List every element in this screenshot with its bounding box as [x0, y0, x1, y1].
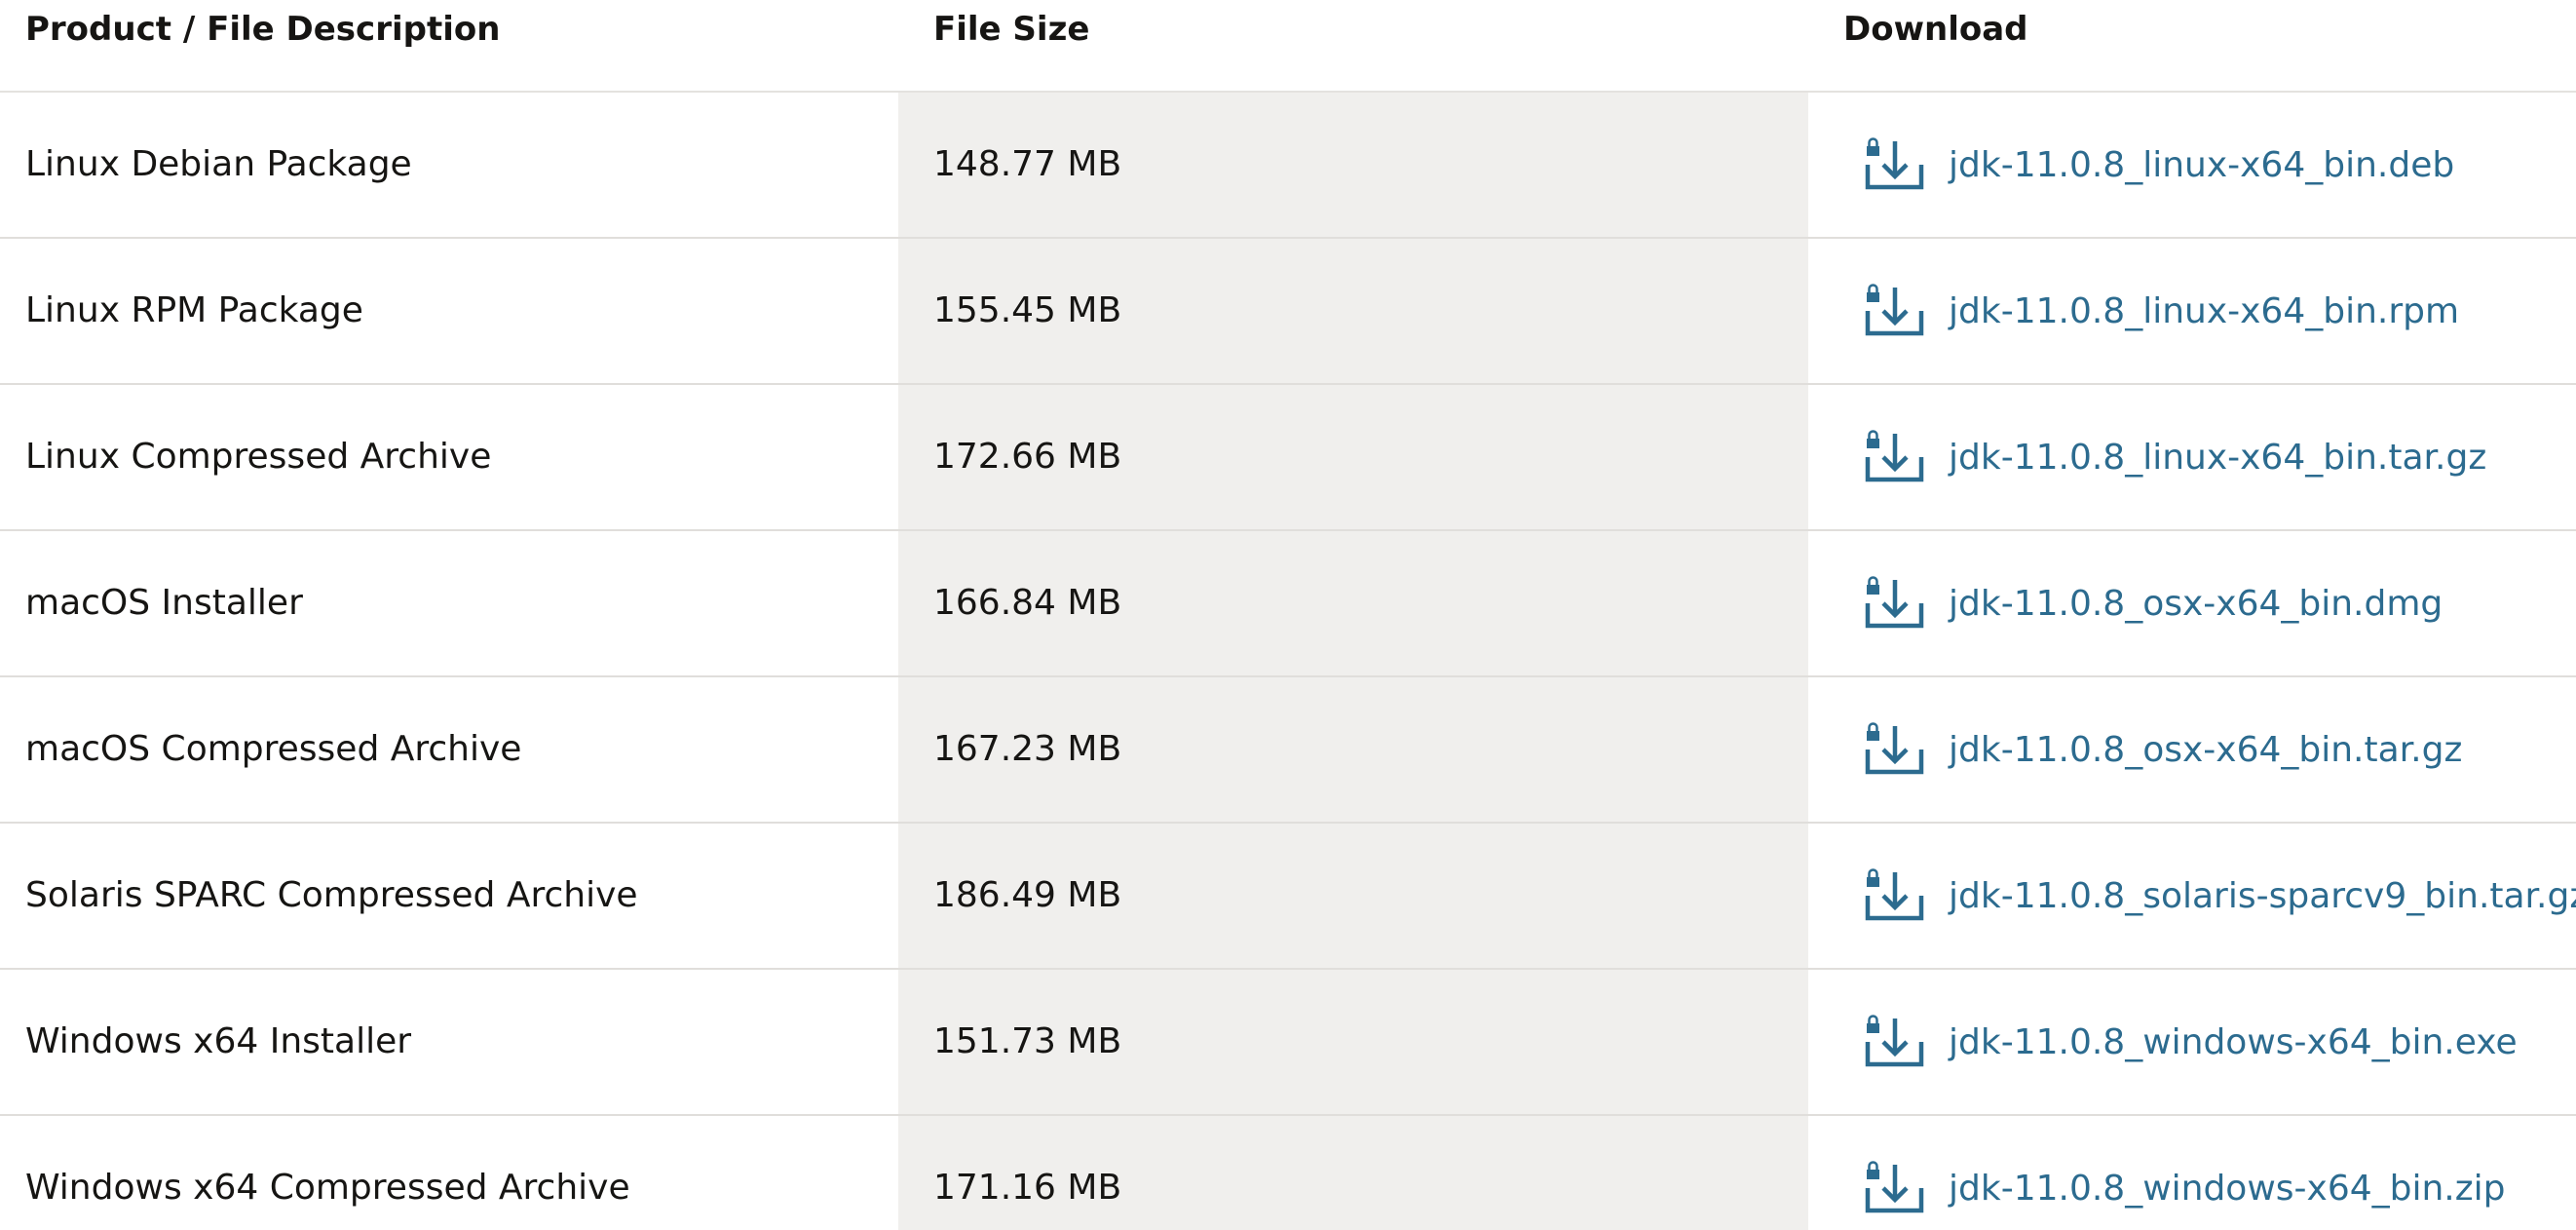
row-file-size: 166.84 MB: [933, 583, 1122, 623]
download-filename: jdk-11.0.8_windows-x64_bin.zip: [1949, 1168, 2506, 1209]
download-link[interactable]: jdk-11.0.8_linux-x64_bin.deb: [1865, 93, 2454, 237]
download-link[interactable]: jdk-11.0.8_osx-x64_bin.tar.gz: [1865, 677, 2462, 822]
table-row: Linux RPM Package 155.45 MB jdk-11.0.8_l…: [0, 239, 2576, 385]
row-file-size: 186.49 MB: [933, 875, 1122, 915]
table-row: macOS Compressed Archive 167.23 MB jdk-1…: [0, 677, 2576, 824]
row-file-size: 148.77 MB: [933, 144, 1122, 184]
row-description: Solaris SPARC Compressed Archive: [25, 875, 638, 915]
download-link[interactable]: jdk-11.0.8_linux-x64_bin.tar.gz: [1865, 385, 2486, 529]
locked-download-icon: [1865, 1015, 1924, 1067]
locked-download-icon: [1865, 284, 1924, 336]
header-description: Product / File Description: [25, 10, 501, 49]
table-row: Solaris SPARC Compressed Archive 186.49 …: [0, 824, 2576, 970]
download-link[interactable]: jdk-11.0.8_solaris-sparcv9_bin.tar.gz: [1865, 824, 2576, 968]
download-filename: jdk-11.0.8_windows-x64_bin.exe: [1949, 1021, 2518, 1062]
download-filename: jdk-11.0.8_osx-x64_bin.dmg: [1949, 583, 2443, 624]
table-header: Product / File Description File Size Dow…: [0, 0, 2576, 93]
locked-download-icon: [1865, 137, 1924, 190]
row-description: Windows x64 Compressed Archive: [25, 1168, 630, 1208]
downloads-table: Product / File Description File Size Dow…: [0, 0, 2576, 1230]
download-filename: jdk-11.0.8_linux-x64_bin.tar.gz: [1949, 437, 2487, 478]
table-row: Linux Debian Package 148.77 MB jdk-11.0.…: [0, 93, 2576, 239]
row-file-size: 155.45 MB: [933, 290, 1122, 330]
row-file-size: 167.23 MB: [933, 729, 1122, 769]
download-filename: jdk-11.0.8_osx-x64_bin.tar.gz: [1949, 729, 2463, 770]
table-row: Linux Compressed Archive 172.66 MB jdk-1…: [0, 385, 2576, 531]
row-description: Linux Debian Package: [25, 144, 412, 184]
download-filename: jdk-11.0.8_linux-x64_bin.rpm: [1949, 290, 2460, 331]
row-description: Linux RPM Package: [25, 290, 363, 330]
row-file-size: 171.16 MB: [933, 1168, 1122, 1208]
download-filename: jdk-11.0.8_linux-x64_bin.deb: [1949, 144, 2455, 185]
download-link[interactable]: jdk-11.0.8_linux-x64_bin.rpm: [1865, 239, 2459, 383]
locked-download-icon: [1865, 430, 1924, 482]
locked-download-icon: [1865, 722, 1924, 775]
row-description: macOS Installer: [25, 583, 303, 623]
table-row: macOS Installer 166.84 MB jdk-11.0.8_osx…: [0, 531, 2576, 677]
download-link[interactable]: jdk-11.0.8_windows-x64_bin.exe: [1865, 970, 2518, 1114]
row-description: Linux Compressed Archive: [25, 437, 492, 477]
locked-download-icon: [1865, 576, 1924, 629]
header-file-size: File Size: [933, 10, 1090, 49]
locked-download-icon: [1865, 1161, 1924, 1213]
table-row: Windows x64 Compressed Archive 171.16 MB…: [0, 1116, 2576, 1230]
download-link[interactable]: jdk-11.0.8_windows-x64_bin.zip: [1865, 1116, 2506, 1230]
locked-download-icon: [1865, 868, 1924, 921]
row-file-size: 151.73 MB: [933, 1021, 1122, 1061]
row-description: macOS Compressed Archive: [25, 729, 522, 769]
table-row: Windows x64 Installer 151.73 MB jdk-11.0…: [0, 970, 2576, 1116]
header-download: Download: [1843, 10, 2028, 49]
download-filename: jdk-11.0.8_solaris-sparcv9_bin.tar.gz: [1949, 875, 2576, 916]
row-file-size: 172.66 MB: [933, 437, 1122, 477]
row-description: Windows x64 Installer: [25, 1021, 412, 1061]
download-link[interactable]: jdk-11.0.8_osx-x64_bin.dmg: [1865, 531, 2443, 675]
